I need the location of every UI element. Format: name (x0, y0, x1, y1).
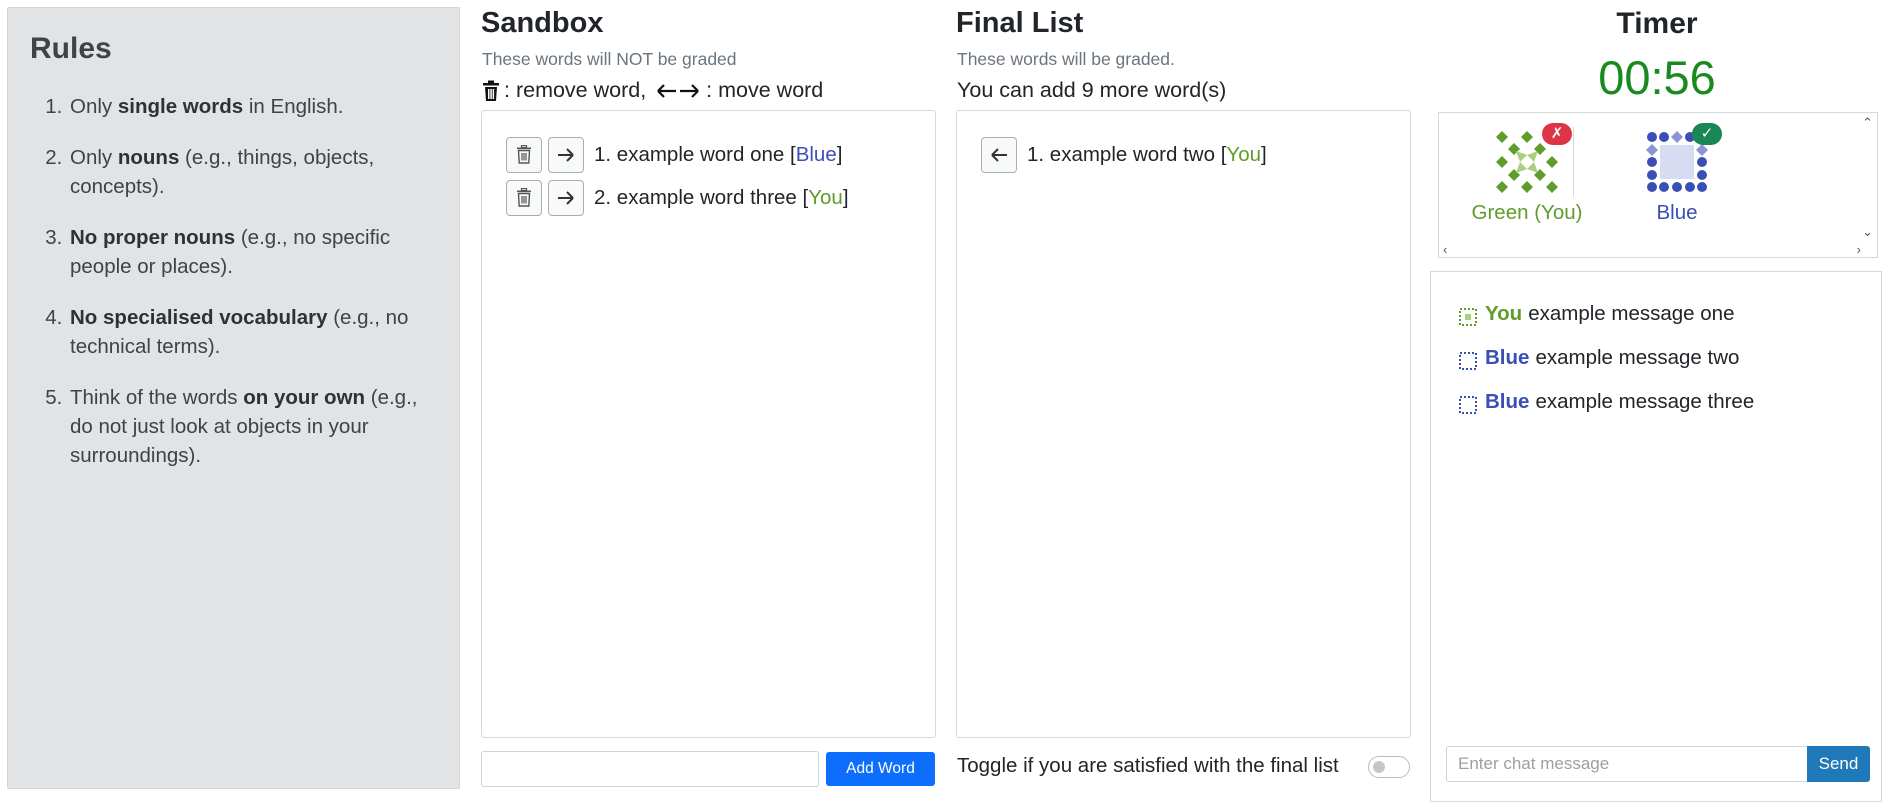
chat-author: Blue (1485, 346, 1530, 369)
rules-title: Rules (30, 32, 112, 65)
rule-text: Think of the words (70, 386, 244, 409)
word-bracket: ] (836, 142, 843, 166)
word-label: 2. example word three [ (594, 185, 809, 209)
timer-value: 00:56 (1598, 51, 1716, 104)
players-panel: ⌃ ⌄ ‹ › ✗ Green (You) ✓ Blue (1438, 112, 1878, 258)
rule-text: Only (70, 146, 118, 169)
chat-message-input[interactable] (1446, 746, 1808, 782)
rule-item: Only nouns (e.g., things, objects, conce… (68, 143, 443, 201)
word-label: 1. example word one [ (594, 142, 796, 166)
delete-word-button[interactable] (506, 179, 542, 216)
delete-word-button[interactable] (506, 136, 542, 173)
move-to-final-button[interactable] (548, 179, 584, 216)
sandbox-list: 1. example word one [Blue] 2. example wo… (481, 110, 936, 738)
word-text: 1. example word two [You] (1027, 143, 1267, 167)
sandbox-title: Sandbox (481, 7, 604, 39)
avatar: ✗ (1496, 123, 1572, 193)
player-divider (1573, 127, 1574, 197)
chat-message: Blue example message two (1459, 346, 1739, 370)
final-list-remaining: You can add 9 more word(s) (957, 78, 1227, 102)
sandbox-subtitle: These words will NOT be graded (482, 49, 737, 69)
move-to-final-button[interactable] (548, 136, 584, 173)
identicon-green-icon (1459, 308, 1477, 326)
status-ok-badge: ✓ (1692, 123, 1722, 145)
scroll-right-icon[interactable]: › (1857, 243, 1861, 256)
rule-emphasis: No proper nouns (70, 226, 236, 249)
hint-move-text: : move word (706, 78, 824, 102)
status-fail-badge: ✗ (1542, 123, 1572, 145)
final-list: 1. example word two [You] (956, 110, 1411, 738)
chat-message: Blue example message three (1459, 390, 1754, 414)
word-author: You (808, 185, 843, 209)
word-label: 1. example word two [ (1027, 142, 1227, 166)
avatar: ✓ (1646, 123, 1722, 193)
add-word-button[interactable]: Add Word (826, 752, 935, 786)
word-bracket: ] (842, 185, 849, 209)
word-author: Blue (795, 142, 837, 166)
word-input[interactable] (481, 751, 819, 787)
rule-text: Only (70, 95, 118, 118)
arrow-right-icon (558, 190, 574, 205)
rule-emphasis: nouns (117, 146, 180, 169)
rules-list: Only single words in English. Only nouns… (24, 92, 443, 470)
arrow-left-icon (991, 147, 1007, 162)
rules-panel: Rules Only single words in English. Only… (7, 7, 460, 789)
send-button[interactable]: Send (1807, 746, 1870, 782)
chat-text: example message three (1535, 390, 1755, 413)
word-text: 1. example word one [Blue] (594, 143, 842, 167)
left-right-arrows-icon (656, 82, 700, 100)
rule-emphasis: single words (117, 95, 244, 118)
player-card-blue: ✓ Blue (1587, 123, 1767, 225)
rule-text: in English. (243, 95, 344, 118)
rule-emphasis: on your own (243, 386, 366, 409)
scroll-down-icon[interactable]: ⌄ (1862, 225, 1873, 238)
chat-message: You example message one (1459, 302, 1734, 326)
identicon-blue-icon (1459, 352, 1477, 370)
final-list-title: Final List (956, 7, 1084, 39)
sandbox-hint: : remove word, : move word (482, 78, 823, 103)
rule-item: Only single words in English. (68, 92, 443, 121)
trash-icon (482, 80, 500, 102)
satisfied-toggle-label: Toggle if you are satisfied with the fin… (957, 754, 1339, 777)
list-item: 2. example word three [You] (506, 176, 911, 219)
timer-title: Timer (1616, 7, 1698, 40)
rule-item: No specialised vocabulary (e.g., no tech… (68, 303, 443, 361)
move-to-sandbox-button[interactable] (981, 136, 1017, 173)
rule-item: No proper nouns (e.g., no specific peopl… (68, 223, 443, 281)
trash-icon (517, 145, 531, 164)
chat-text: example message one (1528, 302, 1735, 325)
scroll-up-icon[interactable]: ⌃ (1862, 116, 1873, 129)
identicon-blue-icon (1459, 396, 1477, 414)
final-list-subtitle: These words will be graded. (957, 49, 1175, 69)
word-author: You (1226, 142, 1261, 166)
list-item: 1. example word one [Blue] (506, 133, 911, 176)
rule-emphasis: No specialised vocabulary (70, 306, 328, 329)
hint-remove-text: : remove word, (504, 78, 653, 102)
list-item: 1. example word two [You] (981, 133, 1386, 176)
word-text: 2. example word three [You] (594, 186, 849, 210)
chat-panel: You example message one Blue example mes… (1430, 271, 1882, 802)
satisfied-toggle[interactable] (1368, 756, 1410, 778)
arrow-right-icon (558, 147, 574, 162)
trash-icon (517, 188, 531, 207)
chat-text: example message two (1535, 346, 1740, 369)
chat-author: Blue (1485, 390, 1530, 413)
chat-author: You (1485, 302, 1523, 325)
player-name: Blue (1656, 201, 1698, 224)
rule-item: Think of the words on your own (e.g., do… (68, 383, 443, 470)
word-bracket: ] (1261, 142, 1267, 166)
scroll-left-icon[interactable]: ‹ (1443, 243, 1447, 256)
